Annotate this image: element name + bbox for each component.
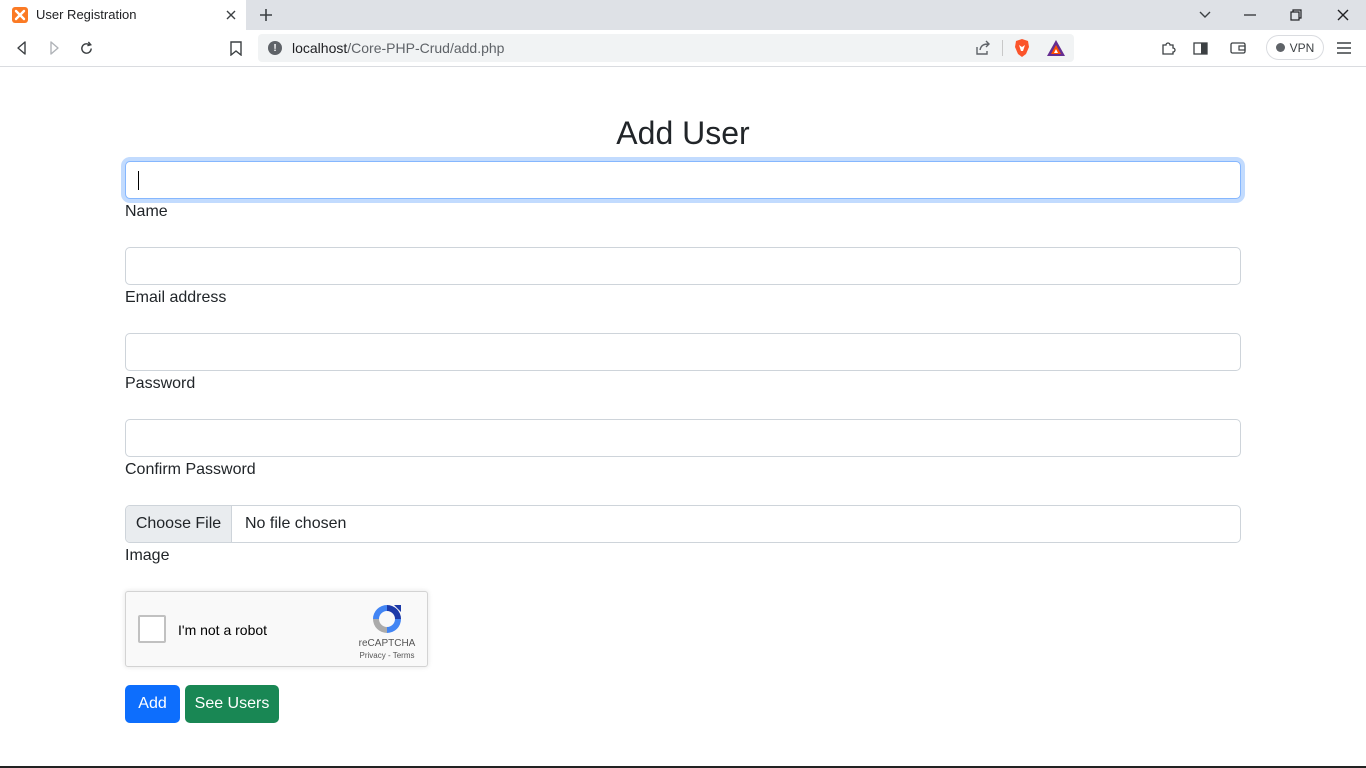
- omnibox-divider: [1002, 40, 1003, 56]
- tab-strip: User Registration: [0, 0, 1366, 30]
- password-input[interactable]: [125, 333, 1241, 371]
- minimize-icon[interactable]: [1238, 3, 1262, 27]
- image-file-input[interactable]: Choose File No file chosen: [125, 505, 1241, 543]
- recaptcha-checkbox[interactable]: [138, 615, 166, 643]
- wallet-icon[interactable]: [1225, 36, 1251, 60]
- recaptcha-widget: I'm not a robot reCAPTCHA Privacy - Term…: [125, 591, 428, 667]
- text-caret: [138, 171, 139, 190]
- new-tab-icon[interactable]: [255, 4, 277, 26]
- email-label: Email address: [125, 289, 227, 306]
- recaptcha-logo-icon: [373, 605, 401, 633]
- address-bar[interactable]: ! localhost/Core-PHP-Crud/add.php: [258, 34, 1074, 62]
- recaptcha-links[interactable]: Privacy - Terms: [352, 651, 422, 660]
- forward-icon[interactable]: [41, 36, 67, 60]
- page-title: Add User: [616, 115, 750, 151]
- file-status-text: No file chosen: [245, 515, 347, 532]
- add-button[interactable]: Add: [125, 685, 180, 723]
- name-label: Name: [125, 203, 168, 220]
- vpn-label: VPN: [1289, 40, 1315, 55]
- sidebar-icon[interactable]: [1187, 36, 1213, 60]
- confirm-password-input[interactable]: [125, 419, 1241, 457]
- recaptcha-brand: reCAPTCHA: [358, 638, 416, 649]
- brave-shields-icon[interactable]: [1012, 38, 1032, 58]
- see-users-button[interactable]: See Users: [185, 685, 279, 723]
- choose-file-button[interactable]: Choose File: [126, 506, 232, 542]
- xampp-favicon-icon: [12, 7, 28, 23]
- close-icon[interactable]: [222, 6, 240, 24]
- tab-search-chevron-icon[interactable]: [1193, 3, 1217, 27]
- name-input[interactable]: [125, 161, 1241, 199]
- back-icon[interactable]: [9, 36, 35, 60]
- image-label: Image: [125, 547, 170, 564]
- url-text: localhost/Core-PHP-Crud/add.php: [292, 40, 505, 56]
- confirm-password-label: Confirm Password: [125, 461, 256, 478]
- vpn-button[interactable]: VPN: [1266, 35, 1324, 60]
- tab-user-registration[interactable]: User Registration: [0, 0, 246, 30]
- browser-toolbar: ! localhost/Core-PHP-Crud/add.php VPN: [0, 30, 1366, 67]
- extensions-icon[interactable]: [1155, 36, 1181, 60]
- tab-title: User Registration: [36, 7, 137, 22]
- email-input[interactable]: [125, 247, 1241, 285]
- close-window-icon[interactable]: [1331, 3, 1355, 27]
- bookmark-icon[interactable]: [223, 36, 249, 60]
- menu-icon[interactable]: [1331, 36, 1357, 60]
- page-content: Add User Name Email address Password Con…: [0, 67, 1366, 766]
- vpn-status-icon: [1275, 43, 1285, 52]
- password-label: Password: [125, 375, 196, 392]
- restore-icon[interactable]: [1284, 3, 1308, 27]
- site-info-icon[interactable]: !: [268, 41, 282, 55]
- brave-rewards-icon[interactable]: [1046, 38, 1066, 58]
- reload-icon[interactable]: [73, 36, 99, 60]
- recaptcha-label: I'm not a robot: [178, 622, 268, 638]
- share-icon[interactable]: [974, 39, 992, 57]
